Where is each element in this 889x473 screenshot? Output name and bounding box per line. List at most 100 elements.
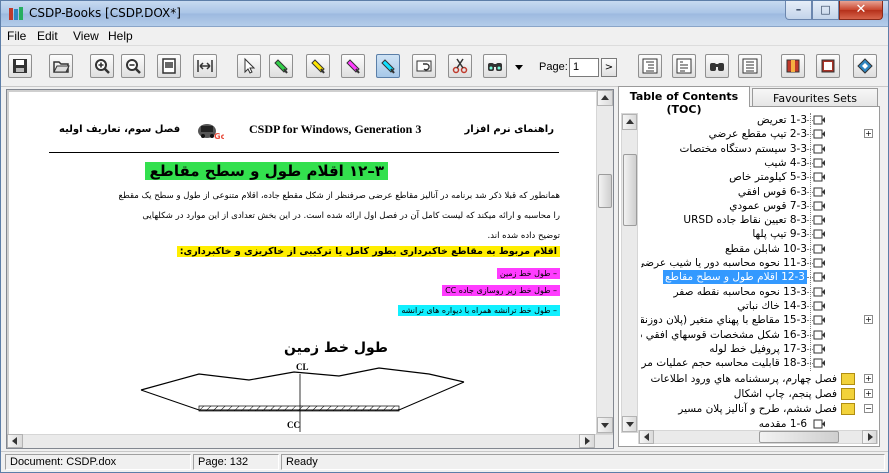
diamond-icon [857,58,873,74]
fit-width-button[interactable] [193,54,217,78]
index-button[interactable] [672,54,696,78]
highlighter-cyan-button[interactable] [376,54,400,78]
toc-scroll-left-button[interactable] [639,430,654,444]
toc-item-label: 5-3 كيلومتر خاص [729,171,807,184]
scroll-down-button[interactable] [597,417,613,433]
find-dropdown-arrow-icon[interactable] [515,65,523,70]
expand-toggle[interactable]: + [864,374,873,384]
expand-toggle[interactable]: + [864,389,873,399]
toc-item[interactable]: 4-3 شيب [641,156,877,170]
close-button[interactable]: ✕ [839,1,883,20]
tab-table-of-contents[interactable]: Table of Contents (TOC) [618,86,750,116]
topic-page-icon [813,301,825,311]
book-alt-button[interactable] [816,54,840,78]
title-bar[interactable]: CSDP-Books [CSDP.DOX*] – □ ✕ [1,1,888,27]
toc-item-label: 1-6 مقدمه [758,418,807,431]
diagram-cl-label: CL [296,362,309,372]
topic-page-icon [813,272,825,282]
maximize-icon: □ [820,3,831,16]
expand-toggle[interactable]: − [864,404,873,414]
find-button[interactable] [483,54,507,78]
menu-file[interactable]: File [7,29,26,43]
diagram-cc-label: CC [287,420,300,430]
toc-chapter[interactable]: فصل چهارم، پرسشنامه هاي ورود اطلاعات + [641,372,877,386]
toc-chapter[interactable]: فصل پنجم، چاپ اشكال + [641,387,877,401]
save-button[interactable] [8,54,32,78]
menu-help[interactable]: Help [108,29,133,43]
toc-item[interactable]: 18-3 قابليت محاسبه حجم عمليات مربوط ب [641,356,877,370]
toc-horizontal-thumb[interactable] [759,431,839,443]
undo-button[interactable] [412,54,436,78]
toc-item[interactable]: 13-3 نحوه محاسبه نقطه صفر [641,285,877,299]
toc-item[interactable]: 3-3 سيستم دستگاه مختصات [641,142,877,156]
toc-item[interactable]: 1-6 مقدمه [641,417,877,431]
tab-favourites-sets[interactable]: Favourites Sets [752,88,878,108]
paragraph-line-3: توضیح داده شده اند. [487,231,560,241]
toc-item[interactable]: 11-3 نحوه محاسبه دور يا شيب عرضي [641,256,877,270]
scroll-right-button[interactable] [579,434,595,448]
fit-page-button[interactable] [157,54,181,78]
section-title: ۳–۱۲ اقلام طول و سطح مقاطع [145,162,388,180]
document-pane[interactable]: فصل سوم، تعاریف اولیه Go CSDP for Window… [6,89,614,449]
select-pointer-button[interactable] [237,54,261,78]
highlighter-magenta-button[interactable] [341,54,365,78]
toc-tree[interactable]: 1-3 تعريض 2-3 تيپ مقطع عرضي +3-3 سيستم دست… [618,106,880,447]
favorites-list-button[interactable] [738,54,762,78]
document-horizontal-scrollbar[interactable] [7,434,613,448]
toc-horizontal-scrollbar[interactable] [638,430,878,444]
scroll-up-button[interactable] [597,90,613,106]
topic-page-icon [813,172,825,182]
zoom-out-button[interactable] [121,54,145,78]
toc-item-label: 4-3 شيب [764,156,807,169]
fit-width-icon [197,60,213,72]
page-label: Page: [539,61,568,73]
menu-edit[interactable]: Edit [37,29,58,43]
close-icon: ✕ [855,2,867,17]
toc-item[interactable]: 8-3 تعيين نقاط جاده URSD [641,213,877,227]
highlighter-green-button[interactable] [269,54,293,78]
book-button[interactable] [781,54,805,78]
zoom-in-button[interactable] [90,54,114,78]
settings-button[interactable] [853,54,877,78]
status-document: Document: CSDP.dox [5,454,191,470]
cut-button[interactable] [448,54,472,78]
toc-scroll-down-button[interactable] [622,416,637,432]
toc-view-button[interactable] [638,54,662,78]
toc-scroll-up-button[interactable] [622,114,637,130]
toc-item[interactable]: 5-3 كيلومتر خاص [641,170,877,184]
menu-view[interactable]: View [73,29,99,43]
minimize-button[interactable]: – [785,1,812,20]
toc-item[interactable]: 7-3 قوس عمودي [641,199,877,213]
scroll-left-button[interactable] [7,434,23,448]
toc-item[interactable]: 17-3 پروفيل خط لوله [641,342,877,356]
toc-item[interactable]: 16-3 شكل مشخصات قوسهاي افقي در پر [641,328,877,342]
toc-item-label: 8-3 تعيين نقاط جاده URSD [683,214,807,227]
toc-item[interactable]: 10-3 شابلن مقطع [641,242,877,256]
go-to-page-button[interactable]: > [601,58,617,77]
document-scroll-thumb[interactable] [598,174,612,208]
toc-item[interactable]: 9-3 تيپ پلها [641,227,877,241]
toc-item[interactable]: 6-3 قوس افقي [641,185,877,199]
bullet-item: – طول خط زیر روسازی جاده CC [442,285,560,296]
toc-chapter[interactable]: فصل ششم، طرح و آناليز پلان مسير − [641,402,877,416]
toc-scroll-thumb[interactable] [623,154,637,226]
topic-page-icon [813,215,825,225]
page-number-input[interactable]: 1 [569,58,599,77]
toc-item[interactable]: 2-3 تيپ مقطع عرضي + [641,127,877,141]
open-button[interactable] [49,54,73,78]
scissors-icon [452,58,468,74]
expand-toggle[interactable]: + [864,129,873,139]
toc-scroll-right-button[interactable] [862,430,877,444]
topic-page-icon [813,201,825,211]
toc-item[interactable]: 12-3 اقلام طول و سطح مقاطع [641,270,877,285]
toc-item[interactable]: 15-3 مقاطع با پهناي متغير (پلان دوزنقه ا… [641,313,877,327]
expand-toggle[interactable]: + [864,315,873,325]
toc-item[interactable]: 14-3 خاك نباتي [641,299,877,313]
document-vertical-scrollbar[interactable] [596,90,613,433]
toc-vertical-scrollbar[interactable] [621,113,638,433]
toc-item-label: 7-3 قوس عمودي [729,199,807,212]
search-button[interactable] [705,54,729,78]
maximize-button[interactable]: □ [812,1,839,20]
highlighter-yellow-button[interactable] [306,54,330,78]
toc-panel: Table of Contents (TOC) Favourites Sets … [618,86,883,449]
